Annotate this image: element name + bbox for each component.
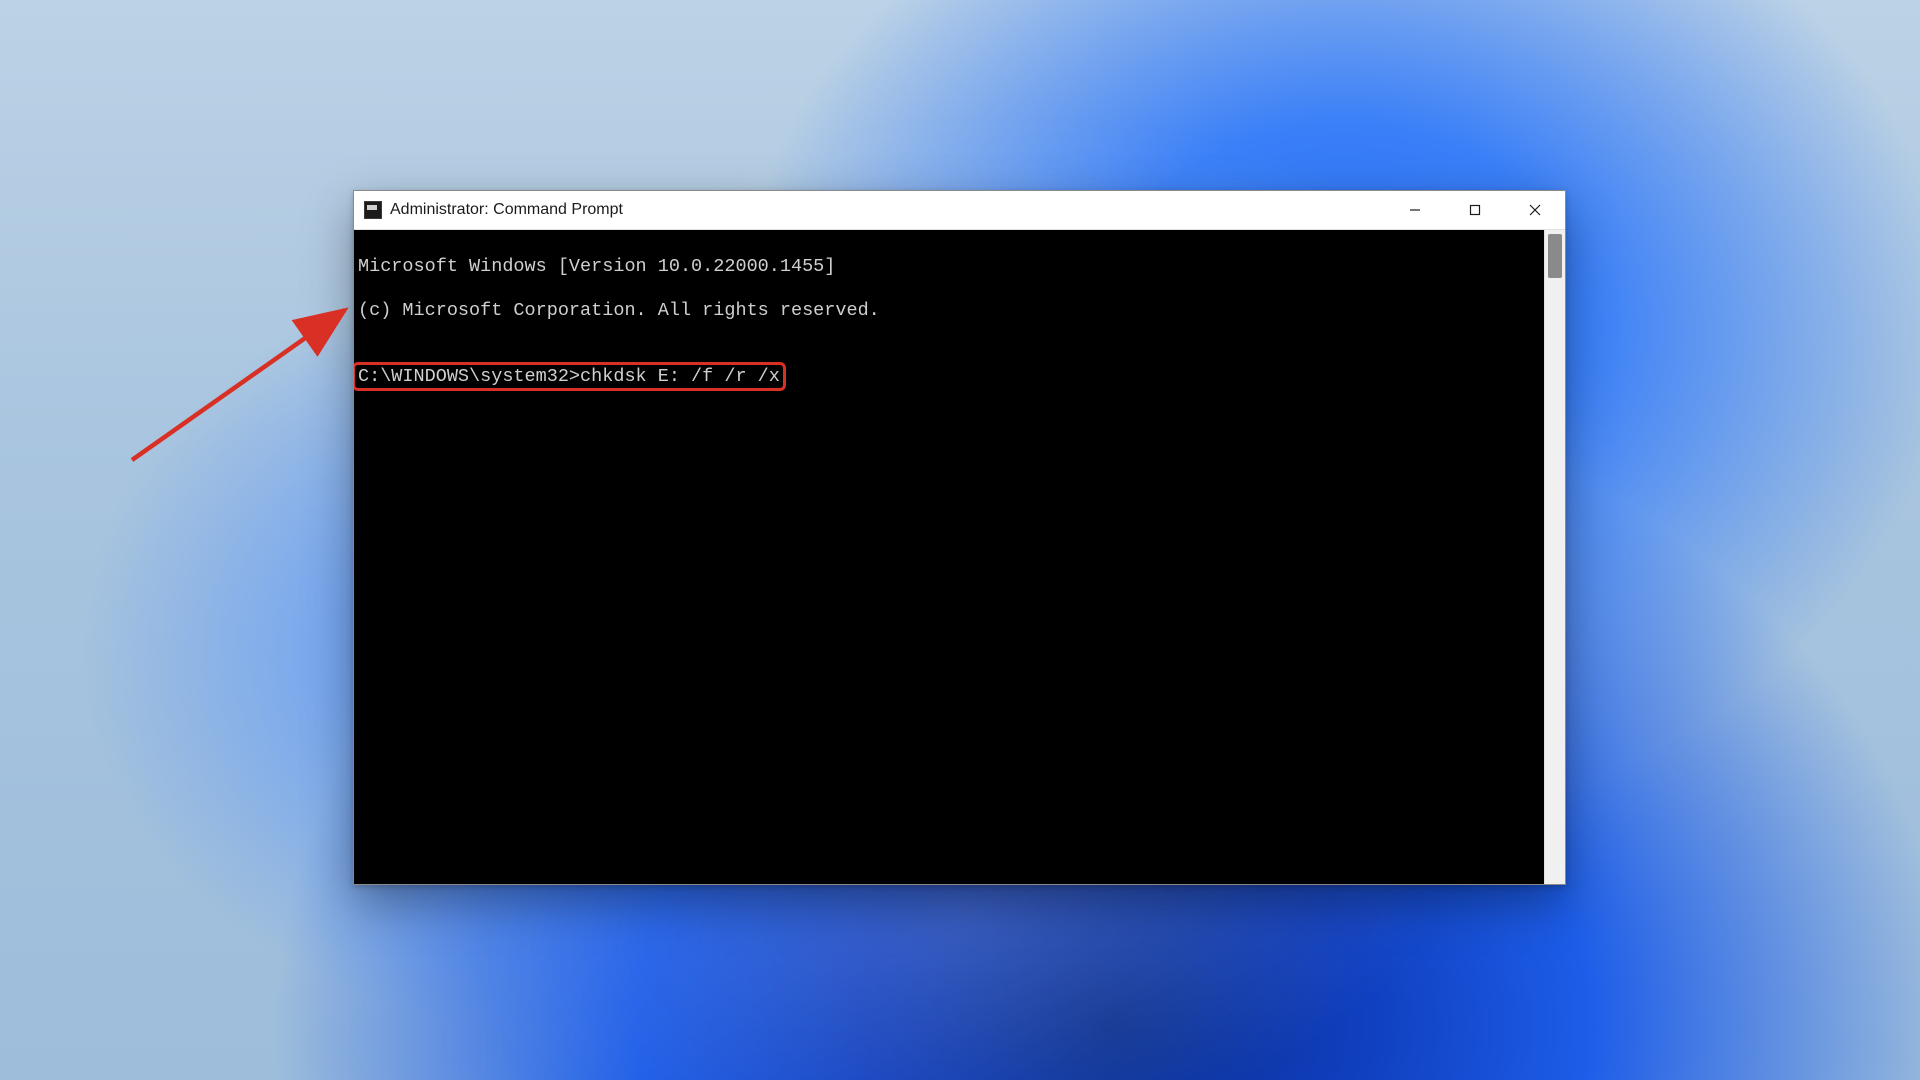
close-button[interactable] [1505, 191, 1565, 229]
maximize-button[interactable] [1445, 191, 1505, 229]
terminal-line-version: Microsoft Windows [Version 10.0.22000.14… [358, 256, 1538, 278]
terminal-line-command[interactable]: C:\WINDOWS\system32>chkdsk E: /f /r /x [358, 366, 1538, 388]
window-title: Administrator: Command Prompt [390, 201, 623, 219]
titlebar[interactable]: Administrator: Command Prompt [354, 191, 1565, 230]
terminal-viewport[interactable]: Microsoft Windows [Version 10.0.22000.14… [354, 230, 1544, 884]
close-icon [1528, 203, 1542, 217]
maximize-icon [1468, 203, 1482, 217]
minimize-icon [1408, 203, 1422, 217]
vertical-scrollbar[interactable] [1544, 230, 1565, 884]
terminal-line-copyright: (c) Microsoft Corporation. All rights re… [358, 300, 1538, 322]
terminal-content[interactable]: Microsoft Windows [Version 10.0.22000.14… [354, 230, 1544, 884]
cmd-app-icon [364, 201, 382, 219]
minimize-button[interactable] [1385, 191, 1445, 229]
window-controls [1385, 191, 1565, 229]
command-prompt-window: Administrator: Command Prompt Microsoft … [353, 190, 1566, 885]
scrollbar-thumb[interactable] [1548, 234, 1562, 278]
window-client-area: Microsoft Windows [Version 10.0.22000.14… [354, 230, 1565, 884]
